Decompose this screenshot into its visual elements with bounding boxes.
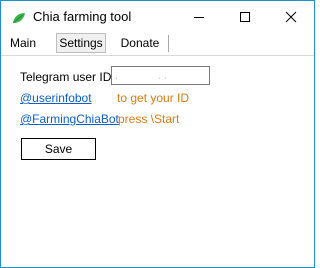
title-bar[interactable]: Chia farming tool	[1, 1, 314, 32]
save-button[interactable]: Save	[21, 138, 96, 160]
maximize-button[interactable]	[222, 1, 268, 32]
farmingchiabot-link[interactable]: @FarmingChiaBot	[20, 112, 119, 126]
maximize-icon	[240, 12, 250, 22]
minimize-button[interactable]	[176, 1, 222, 32]
window-title: Chia farming tool	[33, 9, 132, 24]
userinfobot-link[interactable]: @userinfobot	[20, 91, 92, 105]
telegram-id-input[interactable]	[111, 66, 210, 85]
farmingchiabot-hint: press \Start	[118, 112, 180, 126]
app-window: Chia farming tool Main Settings Donate T…	[0, 0, 315, 268]
userinfobot-hint: to get your ID	[117, 91, 190, 105]
minimize-icon	[194, 17, 204, 18]
tab-donate[interactable]: Donate	[111, 33, 169, 53]
telegram-id-label: Telegram user ID:	[20, 70, 115, 84]
tab-separator	[168, 35, 169, 52]
tab-settings[interactable]: Settings	[56, 33, 106, 53]
tab-main[interactable]: Main	[3, 33, 51, 53]
close-button[interactable]	[268, 1, 314, 32]
leaf-icon	[12, 11, 26, 24]
tab-strip: Main Settings Donate	[1, 32, 314, 56]
close-icon	[285, 11, 297, 23]
settings-panel: Telegram user ID: @userinfobot to get yo…	[1, 56, 314, 267]
